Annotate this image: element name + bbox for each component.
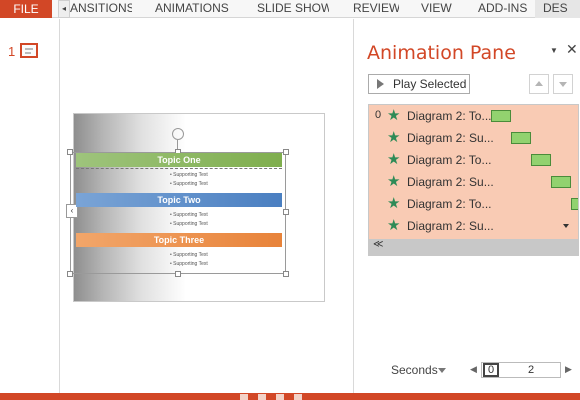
entrance-star-icon: ★ — [387, 195, 401, 212]
animation-list: 0 ★ Diagram 2: To... ★ Diagram 2: Su... … — [368, 104, 579, 256]
tab-view[interactable]: VIEW — [421, 0, 453, 18]
seconds-dropdown[interactable]: Seconds — [391, 363, 438, 377]
supporting-text: • Supporting Text — [170, 221, 208, 227]
resize-handle[interactable] — [283, 149, 289, 155]
tab-transitions[interactable]: ANSITIONS — [70, 0, 132, 18]
resize-handle[interactable] — [67, 149, 73, 155]
slide-thumbnail[interactable] — [20, 43, 38, 58]
slide-thumbnail-panel: 1 — [0, 19, 60, 393]
supporting-text: • Supporting Text — [170, 212, 208, 218]
pane-title: Animation Pane — [367, 42, 516, 64]
animation-row[interactable]: ★ Diagram 2: To... — [369, 149, 578, 171]
animation-row[interactable]: ★ Diagram 2: Su... — [369, 215, 578, 237]
supporting-text: • Supporting Text — [170, 181, 208, 187]
resize-handle[interactable] — [175, 271, 181, 277]
resize-handle[interactable] — [67, 271, 73, 277]
animation-trigger-number: 0 — [375, 109, 382, 121]
animation-label: Diagram 2: Su... — [407, 175, 494, 189]
timing-bar[interactable] — [511, 132, 531, 144]
ribbon-tab-bar: FILE ◂ ANSITIONS ANIMATIONS SLIDE SHOW R… — [0, 0, 580, 18]
animation-label: Diagram 2: To... — [407, 197, 492, 211]
chevron-down-icon[interactable] — [438, 368, 446, 373]
tab-design[interactable]: DES — [535, 0, 580, 18]
animation-pane: Animation Pane ▼ ✕ Play Selected 0 ★ Dia… — [353, 19, 580, 393]
supporting-text-label: Supporting Text — [173, 212, 208, 218]
pane-options-icon[interactable]: ▼ — [550, 46, 558, 55]
slideshow-icon[interactable] — [294, 394, 302, 400]
supporting-text: • Supporting Text — [170, 261, 208, 267]
timing-bar[interactable] — [491, 110, 511, 122]
dashed-selection-line — [76, 168, 282, 169]
slide-sorter-icon[interactable] — [258, 394, 266, 400]
arrow-up-icon — [535, 81, 543, 86]
supporting-text-label: Supporting Text — [173, 172, 208, 178]
animation-label: Diagram 2: To... — [407, 109, 492, 123]
timeline-mark: 2 — [528, 364, 535, 376]
move-earlier-button[interactable] — [529, 74, 549, 94]
tab-animations[interactable]: ANIMATIONS — [155, 0, 231, 18]
ribbon-scroll-left-icon[interactable]: ◂ — [58, 0, 70, 18]
play-selected-button[interactable]: Play Selected — [368, 74, 470, 94]
timeline-ruler[interactable]: 0 2 — [481, 362, 561, 378]
thumbnail-line — [25, 52, 31, 54]
animation-label: Diagram 2: Su... — [407, 219, 494, 233]
resize-handle[interactable] — [283, 271, 289, 277]
supporting-text-label: Supporting Text — [173, 221, 208, 227]
tab-review[interactable]: REVIEW — [353, 0, 399, 18]
animation-row[interactable]: ★ Diagram 2: Su... — [369, 127, 578, 149]
topic-three-bar[interactable]: Topic Three — [76, 233, 282, 247]
animation-row[interactable]: 0 ★ Diagram 2: To... — [369, 105, 578, 127]
close-icon[interactable]: ✕ — [566, 41, 578, 58]
supporting-text: • Supporting Text — [170, 252, 208, 258]
topic-two-bar[interactable]: Topic Two — [76, 193, 282, 207]
entrance-star-icon: ★ — [387, 151, 401, 168]
chevron-down-icon[interactable] — [563, 224, 569, 228]
entrance-star-icon: ★ — [387, 129, 401, 146]
supporting-text-label: Supporting Text — [173, 261, 208, 267]
move-later-button[interactable] — [553, 74, 573, 94]
arrow-down-icon — [559, 82, 567, 87]
play-selected-label: Play Selected — [393, 77, 467, 91]
file-tab[interactable]: FILE — [0, 0, 52, 18]
supporting-text: • Supporting Text — [170, 172, 208, 178]
supporting-text-label: Supporting Text — [173, 181, 208, 187]
thumbnail-line — [25, 48, 33, 50]
rotate-handle-icon[interactable] — [172, 128, 184, 140]
animation-label: Diagram 2: Su... — [407, 131, 494, 145]
timeline-start: 0 — [483, 363, 499, 377]
slide-number: 1 — [8, 44, 16, 59]
animation-row[interactable]: ★ Diagram 2: Su... — [369, 171, 578, 193]
tab-add-ins[interactable]: ADD-INS — [478, 0, 528, 18]
collapse-bar[interactable]: ≪ — [369, 239, 578, 255]
tab-slide-show[interactable]: SLIDE SHOW — [257, 0, 329, 18]
entrance-star-icon: ★ — [387, 217, 401, 234]
resize-handle[interactable] — [283, 209, 289, 215]
timeline-prev-icon[interactable]: ◀ — [470, 364, 477, 375]
topic-one-bar[interactable]: Topic One — [76, 153, 282, 167]
timing-bar[interactable] — [531, 154, 551, 166]
animation-row[interactable]: ★ Diagram 2: To... — [369, 193, 578, 215]
timing-bar[interactable] — [551, 176, 571, 188]
animation-label: Diagram 2: To... — [407, 153, 492, 167]
entrance-star-icon: ★ — [387, 173, 401, 190]
status-bar — [0, 393, 580, 400]
timing-bar[interactable] — [571, 198, 578, 210]
play-icon — [377, 79, 384, 89]
normal-view-icon[interactable] — [240, 394, 248, 400]
supporting-text-label: Supporting Text — [173, 252, 208, 258]
entrance-star-icon: ★ — [387, 107, 401, 124]
reading-view-icon[interactable] — [276, 394, 284, 400]
collapse-icon[interactable]: ≪ — [373, 239, 383, 250]
timeline-next-icon[interactable]: ▶ — [565, 364, 572, 375]
